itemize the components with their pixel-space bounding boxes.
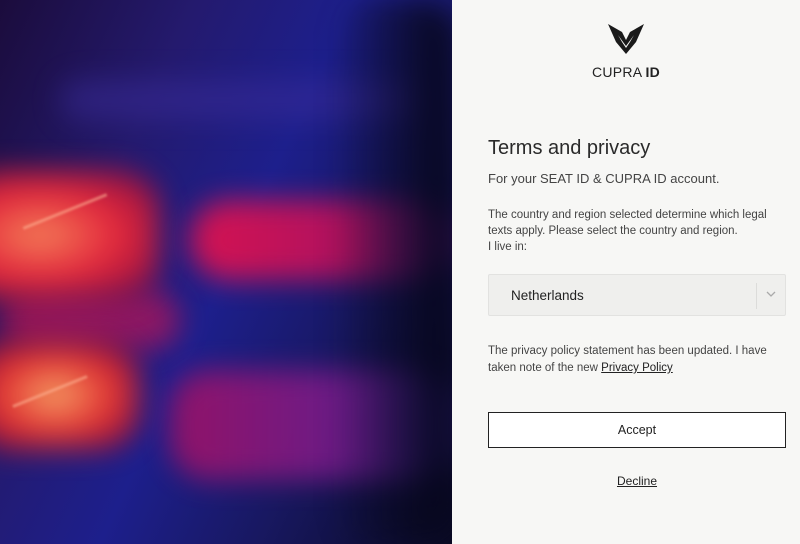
country-select-label: I live in:	[488, 241, 527, 253]
hero-image	[0, 0, 452, 544]
hero-lamp-lower	[0, 340, 140, 450]
country-select[interactable]: Netherlands	[488, 274, 786, 316]
brand-suffix: ID	[645, 64, 661, 80]
country-info-text: The country and region selected determin…	[488, 209, 767, 237]
terms-panel: CUPRA ID Terms and privacy For your SEAT …	[452, 0, 800, 544]
brand-name: CUPRA	[591, 64, 643, 80]
privacy-policy-notice: The privacy policy statement has been up…	[488, 343, 798, 377]
page-subtitle: For your SEAT ID & CUPRA ID account.	[488, 171, 720, 186]
hero-shadow	[330, 0, 452, 544]
logo	[452, 22, 800, 61]
brand-title: CUPRA ID	[452, 64, 800, 80]
chevron-down-icon[interactable]	[765, 288, 777, 300]
accept-button[interactable]: Accept	[488, 412, 786, 448]
privacy-policy-link[interactable]: Privacy Policy	[601, 362, 673, 374]
cupra-logo-icon	[608, 24, 644, 54]
decline-link[interactable]: Decline	[452, 474, 800, 488]
hero-lamp-upper	[0, 170, 160, 300]
select-divider	[756, 283, 757, 309]
country-info: The country and region selected determin…	[488, 207, 788, 255]
page-title: Terms and privacy	[488, 137, 651, 159]
country-select-value: Netherlands	[511, 288, 584, 303]
